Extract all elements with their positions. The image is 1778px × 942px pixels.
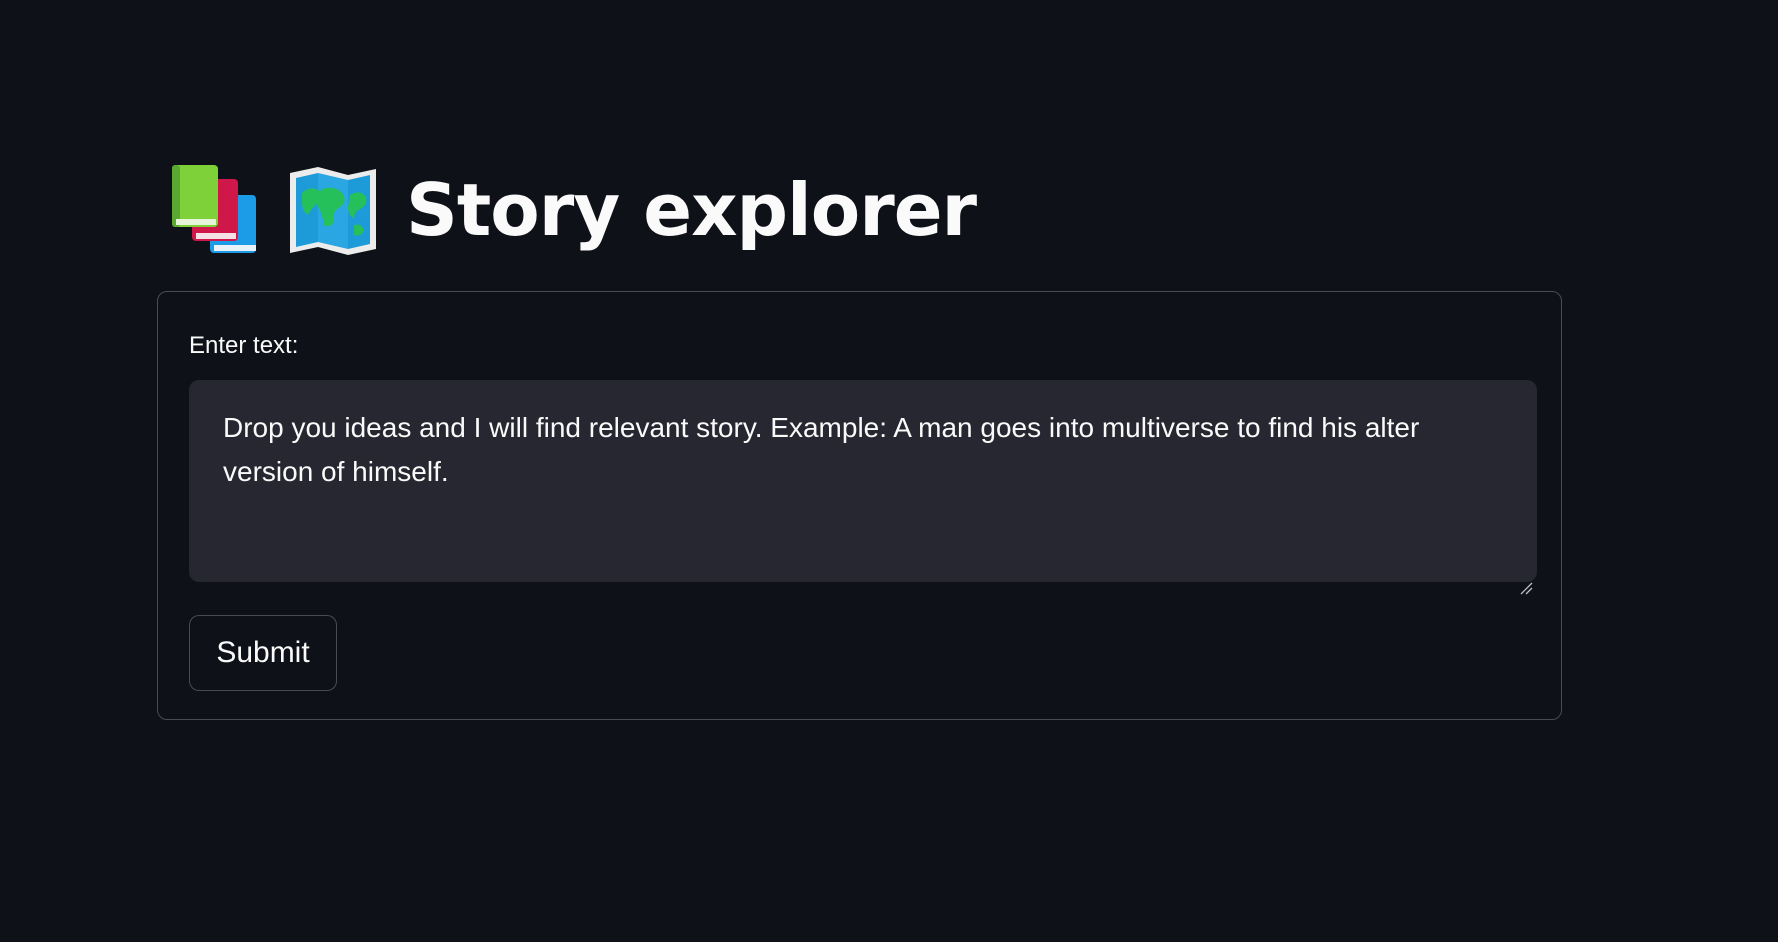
world-map-icon (288, 165, 378, 255)
story-textarea[interactable]: Drop you ideas and I will find relevant … (189, 380, 1537, 595)
books-icon (170, 165, 260, 255)
text-field-label: Enter text: (189, 332, 299, 359)
textarea-value: Drop you ideas and I will find relevant … (223, 412, 1420, 487)
story-form: Enter text: Drop you ideas and I will fi… (157, 291, 1562, 720)
resize-handle-icon[interactable] (1519, 564, 1533, 595)
submit-button[interactable]: Submit (189, 615, 337, 691)
page-title: Story explorer (170, 160, 977, 260)
page-title-text: Story explorer (406, 168, 977, 252)
